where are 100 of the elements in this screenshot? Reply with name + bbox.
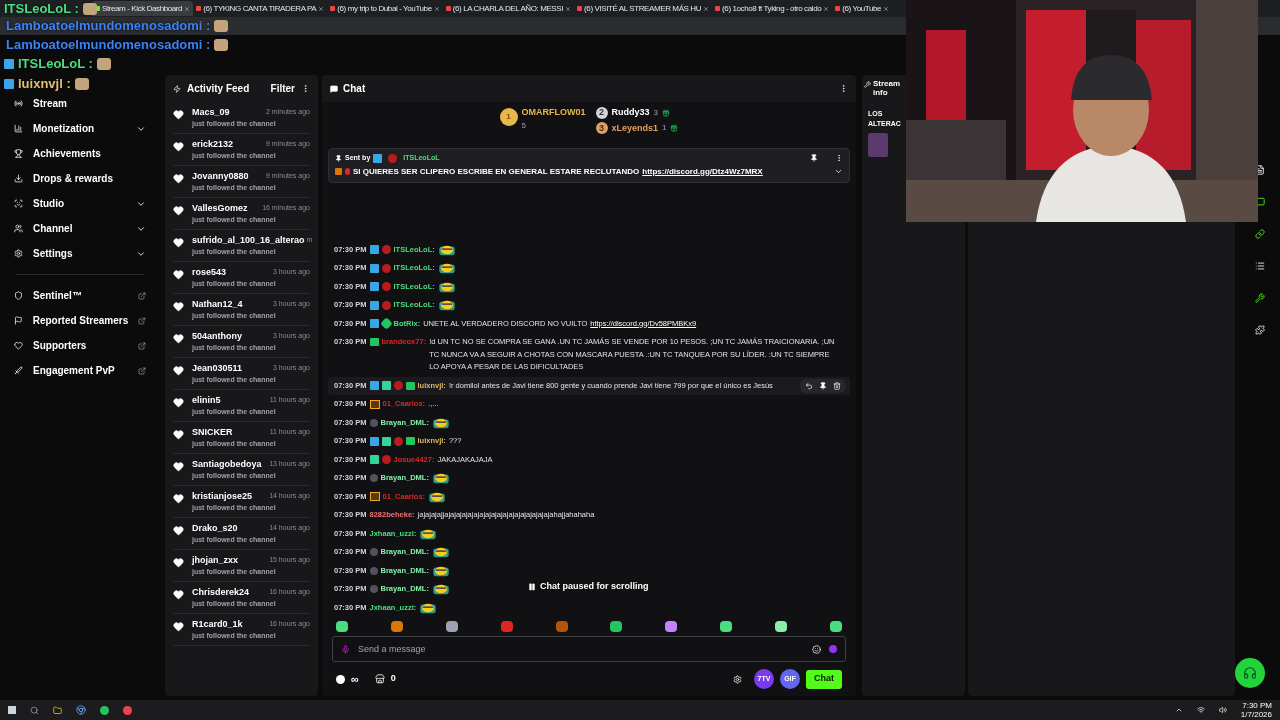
follower-name: 504anthony [192,330,242,342]
sidebar-item[interactable]: Sentinel™ [0,283,160,308]
emote-icon[interactable] [665,621,678,632]
tray-icon[interactable] [1174,706,1183,714]
browser-tab[interactable]: (6) my trip to Dubai - YouTube [327,1,443,16]
message-input[interactable]: Send a message [358,637,804,661]
pin-icon[interactable] [819,381,827,390]
sidebar-item[interactable]: Studio [0,191,160,216]
list-icon[interactable] [1255,261,1265,271]
support-button[interactable] [1235,658,1265,688]
folder-icon[interactable] [53,705,62,715]
emote-icon[interactable] [390,621,403,632]
heart-icon [173,461,184,472]
hammer-badge-icon [4,78,14,89]
network-icon[interactable] [1196,706,1205,714]
document-icon[interactable] [1255,165,1265,175]
emote-icon[interactable] [445,621,458,632]
close-icon[interactable] [433,5,440,12]
link-icon[interactable] [1255,229,1265,239]
puzzle-icon[interactable] [1255,325,1265,335]
emote-icon[interactable] [610,621,623,632]
browser-tab[interactable]: (6) 1ocho8 ft Tyking - otro caldo [712,1,833,16]
browser-tab[interactable]: Stream - Kick Dashboard [92,1,194,16]
tab-title: (6) VISITÉ AL STREAMER MÁS HU [584,2,702,15]
sidebar-item[interactable]: Engagement PvP [0,358,160,383]
pinned-text: SI QUIERES SER CLIPERO ESCRIBE EN GENERAL ESTARE RECLUTANDO [353,165,640,178]
heart-icon [173,429,184,440]
tab-title: (6) my trip to Dubai - YouTube [337,2,432,15]
sidebar-item[interactable]: Reported Streamers [0,308,160,333]
sidebar-label: Drops & rewards [33,172,115,186]
close-icon[interactable] [565,5,572,12]
app-icon[interactable] [123,705,132,715]
emote-icon[interactable] [775,621,787,632]
gifter-name: Ruddy33 [611,106,650,119]
browser-icon[interactable] [76,705,86,715]
shield-icon [14,291,23,300]
overlay-chat-username: ITSLeoLoL : [4,1,79,16]
sidebar-item[interactable]: Drops & rewards [0,166,160,191]
chat-send-button[interactable]: Chat [806,669,842,689]
follower-name: kristianjose25 [192,490,253,502]
message-field[interactable]: Send a message [332,636,846,662]
emote-icon[interactable] [336,621,348,632]
sidebar-item[interactable]: Stream [0,91,160,116]
settings-icon[interactable] [733,674,742,684]
emote-icon[interactable] [720,621,733,632]
close-icon[interactable] [703,5,710,12]
heart-icon [14,341,23,350]
gift-count: 3 [653,106,658,119]
browser-tab[interactable]: (6) VISITÉ AL STREAMER MÁS HU [574,1,713,16]
expand-icon[interactable] [834,167,843,176]
more-icon[interactable] [301,84,310,93]
sidebar-label: Achievements [33,147,102,161]
emoji-icon[interactable] [812,644,821,654]
emote-icon[interactable] [829,621,842,632]
stream-thumbnail [868,133,888,157]
drop-emoji-icon [345,168,350,175]
follower-name: Drako_s20 [192,522,238,534]
more-icon[interactable] [839,84,848,93]
heart-icon [173,557,184,568]
heart-icon [173,141,184,152]
heart-icon [173,621,184,632]
blob-icon[interactable] [829,645,837,653]
wrench-icon [864,81,871,88]
store-icon[interactable] [374,674,385,684]
browser-tab[interactable]: (6) LA CHARLA DEL AÑO: MESSI [442,1,575,16]
wrench-icon[interactable] [1255,293,1265,303]
microphone-icon[interactable] [341,644,350,654]
search-icon[interactable] [30,705,39,715]
sidebar-item[interactable]: Settings [0,241,160,266]
pause-icon [528,582,536,591]
reply-icon[interactable] [805,381,813,390]
close-icon[interactable] [823,5,830,12]
tab-title: (6) LA CHARLA DEL AÑO: MESSI [452,2,564,15]
sidebar-label: Channel [33,222,74,236]
browser-tab[interactable]: (6) TYKING CANTA TIRADERA PA [193,1,328,16]
close-icon[interactable] [318,5,325,12]
message-link[interactable]: https://discord.gg/Dtz4Wz7MRX [642,165,831,178]
pin-icon[interactable] [810,154,818,163]
close-icon[interactable] [184,5,191,12]
heart-icon [173,237,184,248]
sidebar-item[interactable]: Monetization [0,116,160,141]
hammer-badge-icon [369,436,379,446]
sidebar-item[interactable]: Achievements [0,141,160,166]
gift-count: 5 [521,119,527,132]
app-icon[interactable] [100,705,109,715]
sidebar-label: Sentinel™ [33,289,83,303]
more-icon[interactable] [835,154,843,163]
overlay-emote-icon [74,77,89,90]
filter-button[interactable]: Filter [270,81,295,96]
tab-title: (6) TYKING CANTA TIRADERA PA [203,2,317,15]
close-icon[interactable] [883,5,890,12]
delete-icon[interactable] [833,381,841,390]
browser-tab[interactable]: (6) YouTube [832,1,893,16]
sidebar-item[interactable]: Channel [0,216,160,241]
broadcast-icon [14,99,23,108]
speaker-icon[interactable] [1218,706,1227,714]
circle-badge-icon [393,381,403,391]
sidebar-item[interactable]: Supporters [0,333,160,358]
tab-favicon-icon [715,6,721,11]
rank-medal: 2 [595,106,608,119]
